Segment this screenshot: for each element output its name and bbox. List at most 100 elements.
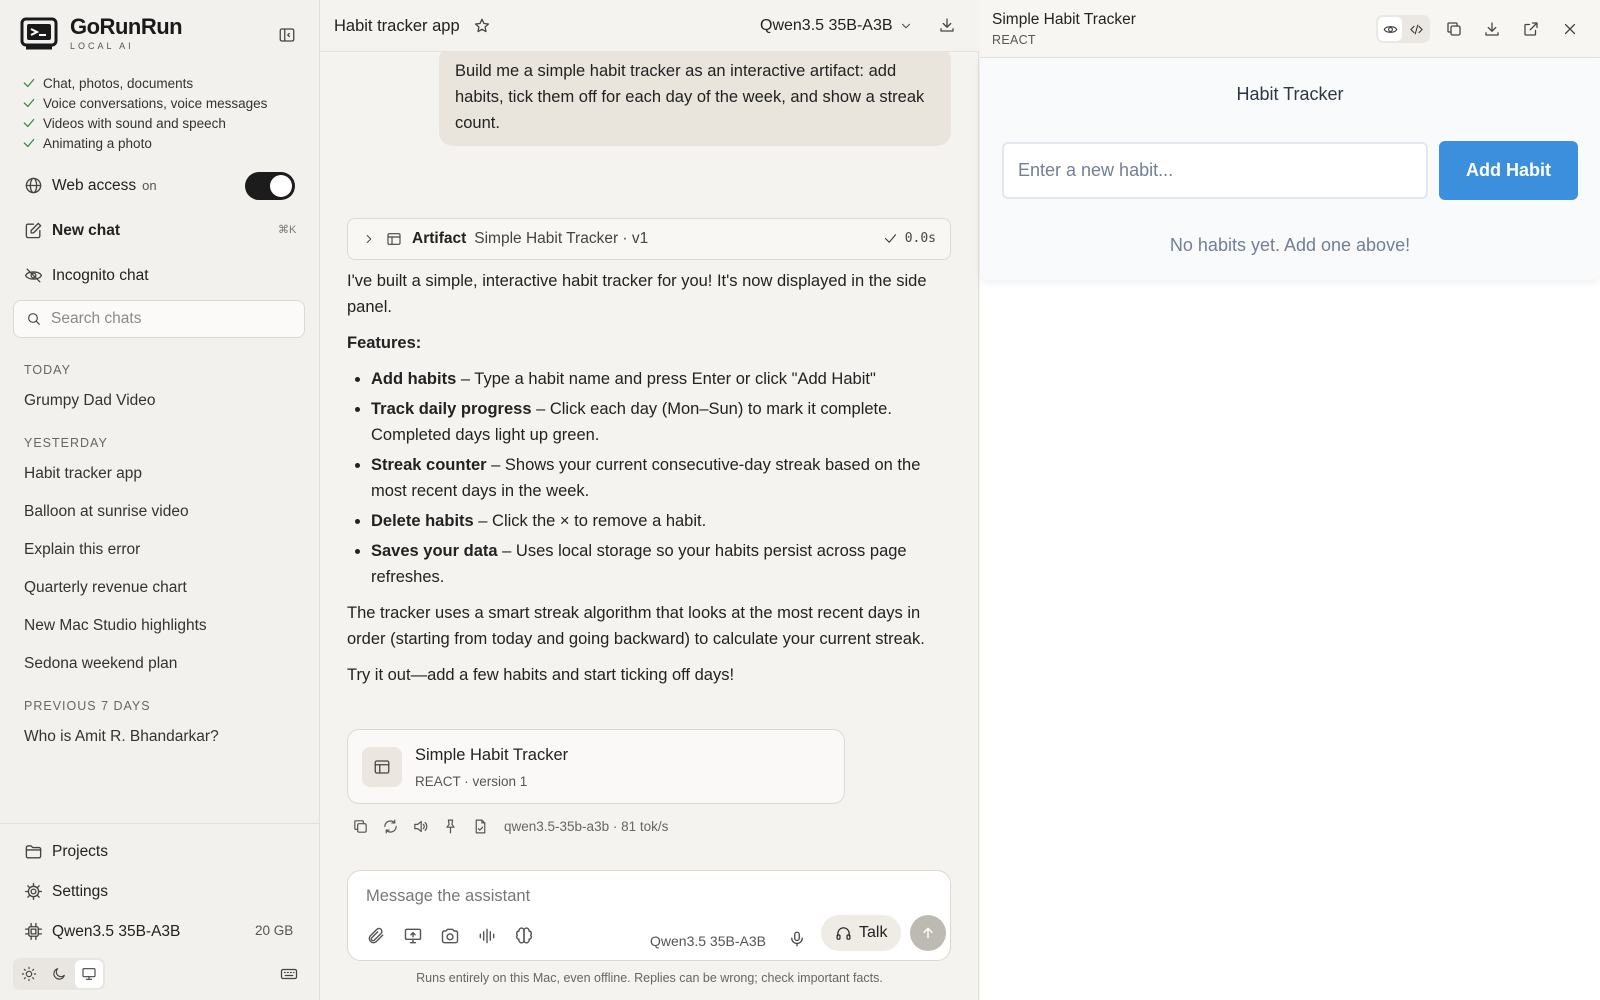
chat-item[interactable]: Sedona weekend plan (24, 655, 177, 673)
section-label-previous-7-days: PREVIOUS 7 DAYS (24, 699, 151, 713)
add-habit-button[interactable]: Add Habit (1439, 141, 1578, 200)
artifact-name: Simple Habit Tracker · v1 (474, 230, 649, 247)
search-chats[interactable] (13, 300, 305, 338)
new-chat-shortcut: ⌘K (278, 224, 297, 236)
app-logo[interactable]: GoRunRun LOCAL AI (20, 16, 183, 51)
section-label-today: TODAY (24, 363, 71, 377)
artifact-status: 0.0s (883, 231, 936, 246)
close-icon (1564, 23, 1576, 35)
empty-state-message: No habits yet. Add one above! (1169, 235, 1411, 255)
theme-switcher (13, 958, 105, 990)
web-access-label: Web access (52, 176, 137, 194)
star-icon (474, 18, 490, 33)
check-icon (23, 78, 35, 88)
user-message: Build me a simple habit tracker as an in… (439, 46, 951, 146)
copy-icon[interactable] (352, 818, 369, 835)
projects-button[interactable]: Projects (24, 842, 108, 861)
waveform-icon[interactable] (477, 926, 497, 946)
settings-button[interactable]: Settings (24, 882, 108, 901)
chat-item[interactable]: Grumpy Dad Video (24, 392, 156, 410)
artifact-card[interactable]: Simple Habit Tracker REACT · version 1 (347, 729, 845, 804)
check-icon (23, 98, 35, 108)
composer-tools (366, 926, 534, 946)
screen-share-icon[interactable] (403, 926, 423, 946)
toggle-knob (270, 175, 292, 197)
incognito-label: Incognito chat (52, 266, 149, 284)
model-selector[interactable]: Qwen3.5 35B-A3B (760, 17, 913, 35)
chat-item[interactable]: Habit tracker app (24, 465, 142, 483)
search-input[interactable] (51, 310, 281, 328)
chat-item[interactable]: Quarterly revenue chart (24, 579, 187, 597)
talk-button[interactable]: Talk (821, 915, 902, 951)
code-tab[interactable] (1404, 17, 1428, 41)
chat-item[interactable]: Who is Amit R. Bhandarkar? (24, 728, 219, 746)
collapse-sidebar-button[interactable] (278, 26, 296, 44)
projects-label: Projects (52, 842, 108, 860)
speaker-icon[interactable] (412, 818, 429, 835)
app-tagline: LOCAL AI (70, 41, 134, 51)
chip-icon (24, 922, 43, 941)
new-chat-button[interactable]: New chat (24, 221, 120, 240)
incognito-chat-button[interactable]: Incognito chat (24, 266, 149, 285)
favorite-button[interactable] (473, 17, 491, 35)
artifact-time: 0.0s (904, 231, 936, 246)
section-label-yesterday: YESTERDAY (24, 436, 108, 450)
eye-off-icon (24, 268, 43, 283)
artifact-panel-type: REACT (992, 33, 1036, 47)
brain-icon[interactable] (514, 926, 534, 946)
open-external-button[interactable] (1522, 20, 1540, 38)
download-artifact-button[interactable] (1483, 20, 1501, 38)
bullet-item: Track daily progress – Click each day (M… (371, 396, 951, 448)
feature-list: Chat, photos, documents Voice conversati… (22, 73, 267, 153)
check-icon (23, 118, 35, 128)
keyboard-shortcuts-button[interactable] (280, 965, 298, 983)
chat-item[interactable]: Balloon at sunrise video (24, 503, 189, 521)
assistant-paragraph: Try it out—add a few habits and start ti… (347, 666, 735, 684)
message-actions: qwen3.5-35b-a3b · 81 tok/s (352, 818, 668, 835)
artifact-bar[interactable]: Artifact Simple Habit Tracker · v1 0.0s (347, 218, 951, 260)
search-icon (28, 313, 40, 325)
chat-item[interactable]: Explain this error (24, 541, 140, 559)
feature-item: Videos with sound and speech (22, 113, 267, 133)
artifact-panel: Simple Habit Tracker REACT Habit Tracker… (980, 0, 1600, 1000)
close-panel-button[interactable] (1561, 20, 1579, 38)
arrow-up-icon (923, 927, 933, 939)
web-access-toggle[interactable] (245, 172, 295, 200)
chat-item[interactable]: New Mac Studio highlights (24, 617, 207, 635)
copy-artifact-button[interactable] (1445, 20, 1463, 38)
regenerate-icon[interactable] (382, 818, 399, 835)
new-habit-input[interactable] (1002, 142, 1428, 199)
pin-icon[interactable] (442, 818, 459, 835)
download-icon (940, 18, 954, 32)
chat-area: Habit tracker app Qwen3.5 35B-A3B Build … (320, 0, 979, 1000)
artifact-panel-header: Simple Habit Tracker REACT (980, 0, 1600, 58)
bullet-item: Streak counter – Shows your current cons… (371, 452, 951, 504)
export-chat-button[interactable] (938, 16, 956, 34)
message-input[interactable] (366, 887, 926, 906)
chat-title[interactable]: Habit tracker app (334, 17, 460, 36)
model-size: 20 GB (255, 923, 294, 938)
bullet-item: Add habits – Type a habit name and press… (371, 366, 951, 392)
artifact-card-title: Simple Habit Tracker (415, 746, 569, 764)
assistant-intro: I've built a simple, interactive habit t… (347, 272, 927, 316)
microphone-button[interactable] (788, 930, 806, 948)
globe-icon (25, 177, 42, 194)
sidebar-toggle-icon (279, 28, 295, 42)
feature-bullets: Add habits – Type a habit name and press… (371, 366, 951, 590)
view-mode-toggle (1376, 15, 1430, 43)
send-button[interactable] (910, 915, 946, 951)
features-heading: Features: (347, 334, 422, 352)
composer-model-label[interactable]: Qwen3.5 35B-A3B (650, 933, 766, 949)
preview-tab[interactable] (1378, 17, 1402, 41)
theme-system-button[interactable] (75, 960, 103, 988)
paperclip-icon[interactable] (366, 926, 386, 946)
theme-light-button[interactable] (15, 960, 43, 988)
feature-item: Voice conversations, voice messages (22, 93, 267, 113)
theme-dark-button[interactable] (45, 960, 73, 988)
artifact-label: Artifact (412, 230, 467, 247)
document-icon[interactable] (472, 818, 489, 835)
model-info-button[interactable]: Qwen3.5 35B-A3B (24, 922, 180, 941)
camera-icon[interactable] (440, 926, 460, 946)
external-link-icon (1524, 22, 1538, 36)
bullet-item: Saves your data – Uses local storage so … (371, 538, 951, 590)
